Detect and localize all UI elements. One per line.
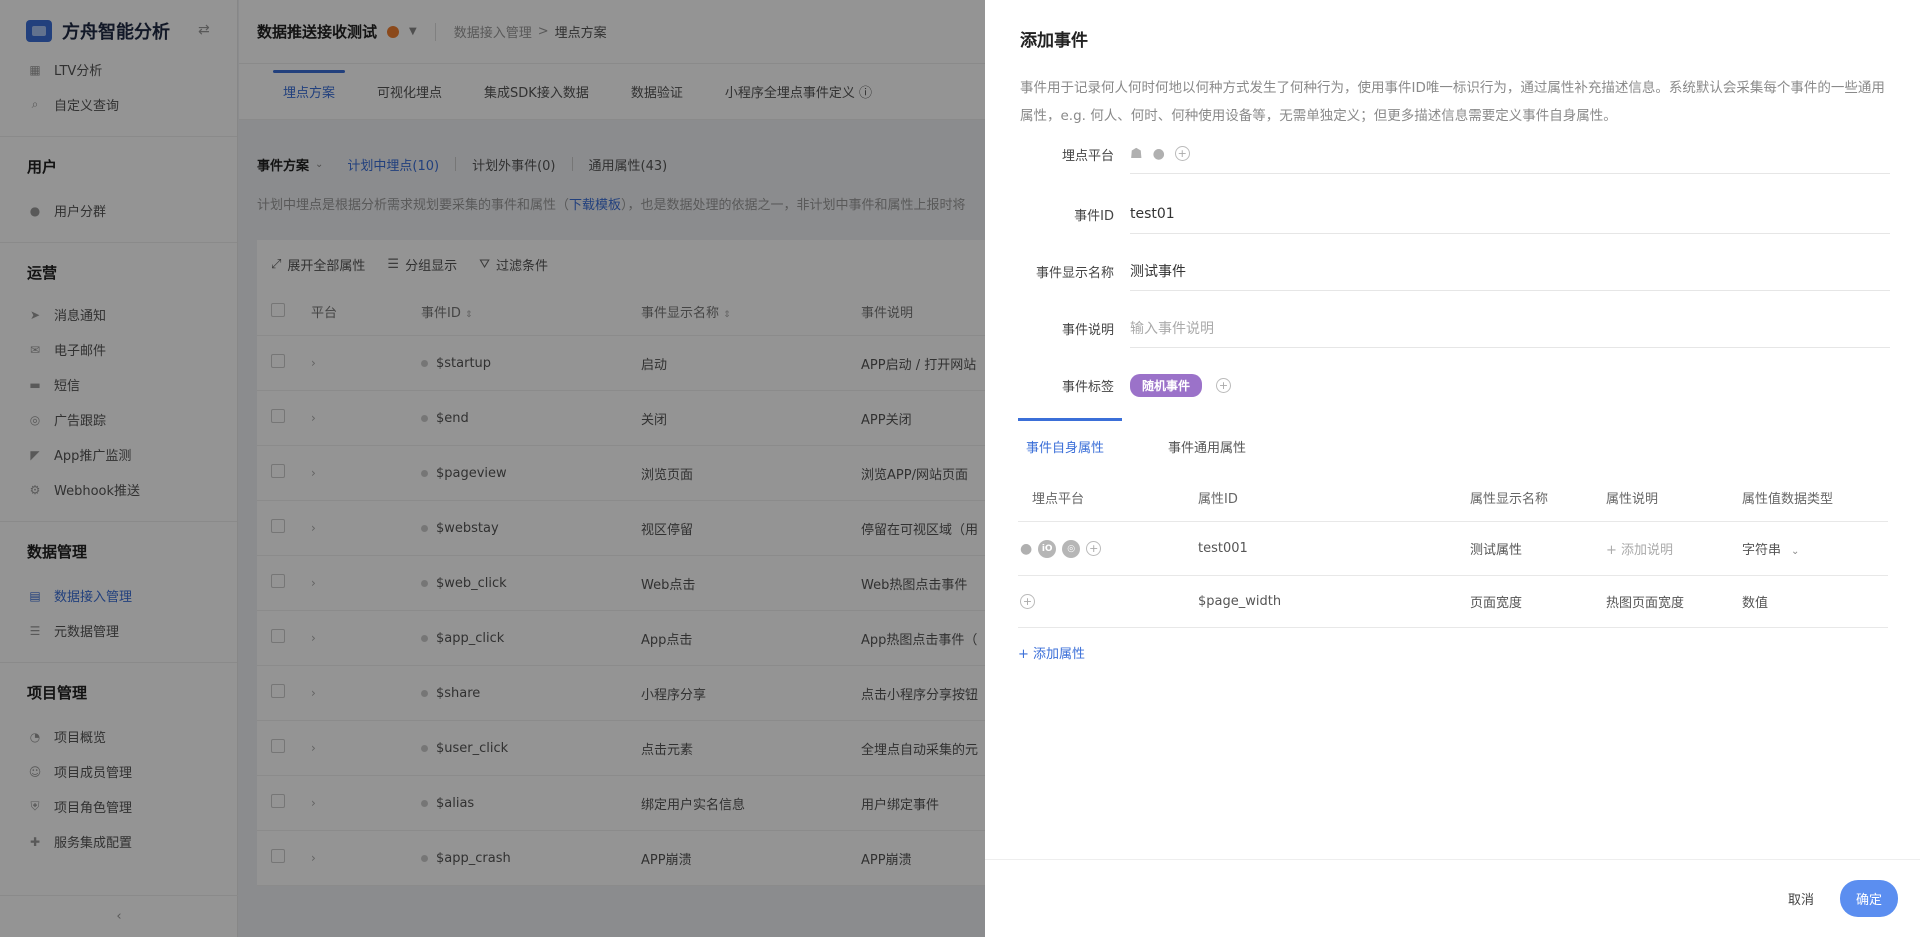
field-tags-row: 事件标签 随机事件 + (1020, 365, 1890, 405)
property-type-select[interactable]: 字符串 ⌄ (1742, 539, 1888, 558)
property-table-header: 埋点平台 属性ID 属性显示名称 属性说明 属性值数据类型 (1018, 474, 1888, 522)
property-type: 数值 (1742, 596, 1769, 611)
col-property-name: 属性显示名称 (1470, 492, 1549, 507)
display-name-input[interactable]: 测试事件 (1130, 251, 1890, 291)
row-platforms: + (1018, 594, 1198, 609)
drawer-title: 添加事件 (1020, 31, 1088, 51)
platform-field: ☗ ● + (1130, 134, 1890, 174)
modal-overlay[interactable] (0, 0, 985, 937)
field-desc-row: 事件说明 输入事件说明 (1020, 308, 1890, 348)
placeholder: 输入事件说明 (1130, 320, 1214, 337)
confirm-button[interactable]: 确定 (1839, 880, 1898, 917)
web-icon[interactable]: ◎ (1062, 539, 1081, 558)
table-row: ● iO ◎ + test001 测试属性 + 添加说明 字符串 ⌄ (1018, 522, 1888, 576)
event-tag[interactable]: 随机事件 (1130, 373, 1203, 397)
field-label: 事件标签 (1061, 379, 1114, 395)
chevron-down-icon: ⌄ (1791, 546, 1800, 557)
cancel-button[interactable]: 取消 (1782, 881, 1820, 916)
row-platforms: ● iO ◎ + (1018, 539, 1198, 558)
drawer-description: 事件用于记录何人何时何地以何种方式发生了何种行为，使用事件ID唯一标识行为，通过… (1020, 80, 1885, 124)
add-description-button[interactable]: + 添加说明 (1606, 539, 1742, 558)
field-platform-row: 埋点平台 ☗ ● + (1020, 134, 1890, 174)
drawer-footer: 取消 确定 (985, 859, 1920, 937)
android-icon[interactable]: ☗ (1130, 146, 1143, 162)
col-property-id: 属性ID (1198, 492, 1238, 507)
field-label: 事件ID (1074, 208, 1114, 224)
field-label: 事件显示名称 (1035, 265, 1114, 281)
property-type: 字符串 (1742, 543, 1782, 558)
col-platform: 埋点平台 (1032, 492, 1085, 507)
event-description-input[interactable]: 输入事件说明 (1130, 308, 1890, 348)
col-property-desc: 属性说明 (1606, 492, 1659, 507)
apple-icon[interactable]: ● (1153, 146, 1165, 162)
property-table: 埋点平台 属性ID 属性显示名称 属性说明 属性值数据类型 ● iO ◎ + t… (1018, 474, 1888, 628)
property-name: 页面宽度 (1470, 596, 1523, 611)
add-platform-icon[interactable]: + (1086, 541, 1102, 556)
tab-common-properties[interactable]: 事件通用属性 (1160, 418, 1254, 474)
add-property-button[interactable]: + 添加属性 (1018, 643, 1085, 662)
add-platform-icon[interactable]: + (1020, 594, 1035, 609)
apple-icon[interactable]: ● (1020, 541, 1032, 557)
property-id: $page_width (1198, 594, 1282, 609)
property-id: test001 (1198, 541, 1248, 556)
field-display-name-row: 事件显示名称 测试事件 (1020, 251, 1890, 291)
property-tabs: 事件自身属性 事件通用属性 (1018, 418, 1888, 474)
add-platform-icon[interactable]: + (1174, 146, 1190, 161)
ios-icon[interactable]: iO (1038, 539, 1057, 558)
property-name: 测试属性 (1470, 543, 1523, 558)
add-event-drawer: 添加事件 事件用于记录何人何时何地以何种方式发生了何种行为，使用事件ID唯一标识… (985, 0, 1920, 937)
tags-field: 随机事件 + (1130, 365, 1890, 405)
field-label: 事件说明 (1061, 322, 1114, 338)
field-event-id-row: 事件ID test01 (1020, 194, 1890, 234)
add-tag-icon[interactable]: + (1216, 377, 1232, 393)
property-desc: 热图页面宽度 (1606, 596, 1685, 611)
event-id-input[interactable]: test01 (1130, 194, 1890, 234)
table-row: + $page_width 页面宽度 热图页面宽度 数值 (1018, 576, 1888, 628)
tab-own-properties[interactable]: 事件自身属性 (1018, 418, 1123, 474)
col-property-type: 属性值数据类型 (1742, 492, 1834, 507)
field-label: 埋点平台 (1061, 148, 1114, 164)
